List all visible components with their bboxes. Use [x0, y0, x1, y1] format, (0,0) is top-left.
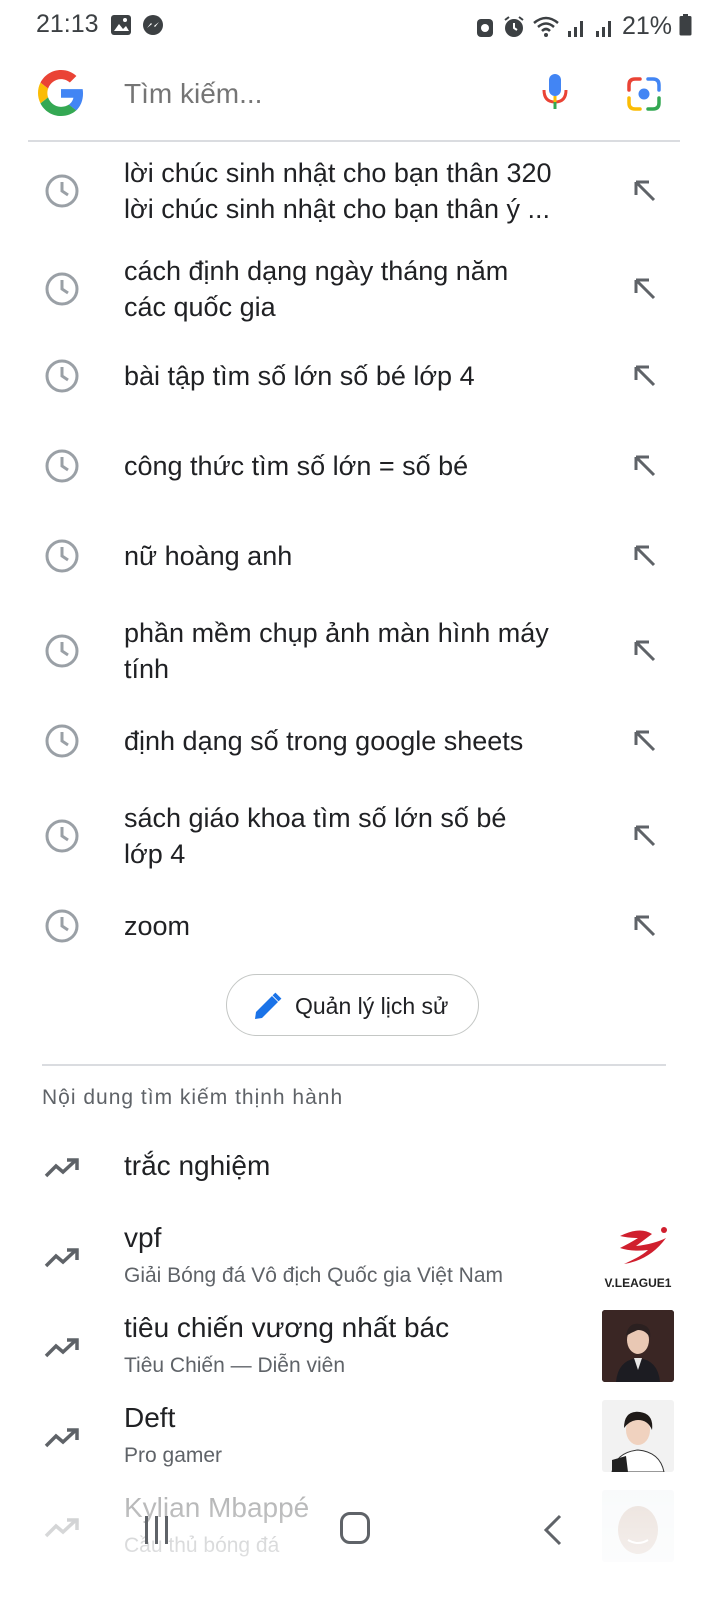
- history-item-text: công thức tìm số lớn = số bé: [124, 448, 606, 484]
- section-divider: [42, 1064, 666, 1066]
- home-icon[interactable]: [340, 1512, 370, 1544]
- manage-history-button[interactable]: Quản lý lịch sử: [226, 974, 479, 1036]
- fill-query-arrow-icon[interactable]: [630, 176, 660, 206]
- history-item-line: công thức tìm số lớn = số bé: [124, 451, 469, 481]
- history-item-line: sách giáo khoa tìm số lớn số bé: [124, 803, 507, 833]
- pencil-icon: [255, 992, 282, 1019]
- trending-item[interactable]: vpf Giải Bóng đá Vô địch Quốc gia Việt Na…: [0, 1220, 720, 1300]
- vleague-logo-text: V.LEAGUE1: [604, 1276, 672, 1290]
- search-divider: [28, 140, 680, 142]
- messenger-icon: [143, 15, 163, 35]
- history-clock-icon: [45, 724, 79, 758]
- navigation-bar: [0, 1490, 720, 1570]
- history-clock-icon: [45, 909, 79, 943]
- trending-item-title: tiêu chiến vương nhất bác: [124, 1312, 450, 1343]
- history-item[interactable]: bài tập tìm số lớn số bé lớp 4: [0, 340, 720, 412]
- history-item-text: sách giáo khoa tìm số lớn số bé lớp 4: [124, 800, 606, 872]
- history-item[interactable]: sách giáo khoa tìm số lớn số bé lớp 4: [0, 795, 720, 877]
- history-item-line: cách định dạng ngày tháng năm: [124, 256, 509, 286]
- trending-up-icon: [44, 1158, 79, 1178]
- history-clock-icon: [45, 359, 79, 393]
- history-clock-icon: [45, 539, 79, 573]
- search-bar: [0, 52, 720, 142]
- recent-apps-icon[interactable]: [140, 1512, 174, 1548]
- status-bar: 21:13 21%: [0, 0, 720, 52]
- gamer-photo-thumbnail: [602, 1400, 674, 1472]
- fill-query-arrow-icon[interactable]: [630, 274, 660, 304]
- trending-item[interactable]: Deft Pro gamer: [0, 1400, 720, 1480]
- history-clock-icon: [45, 272, 79, 306]
- history-item-line: phần mềm chụp ảnh màn hình máy: [124, 618, 549, 648]
- history-item-line: định dạng số trong google sheets: [124, 726, 524, 756]
- fill-query-arrow-icon[interactable]: [630, 451, 660, 481]
- fill-query-arrow-icon[interactable]: [630, 636, 660, 666]
- trending-up-icon: [44, 1248, 79, 1268]
- history-clock-icon: [45, 174, 79, 208]
- history-item[interactable]: công thức tìm số lớn = số bé: [0, 430, 720, 502]
- trending-item-subtitle: Pro gamer: [124, 1444, 223, 1467]
- fill-query-arrow-icon[interactable]: [630, 361, 660, 391]
- history-item-text: bài tập tìm số lớn số bé lớp 4: [124, 358, 606, 394]
- history-clock-icon: [45, 634, 79, 668]
- alarm-icon: [504, 15, 524, 37]
- fill-query-arrow-icon[interactable]: [630, 726, 660, 756]
- signal-icon: [595, 20, 611, 37]
- history-item-text: cách định dạng ngày tháng năm các quốc gi…: [124, 253, 606, 325]
- google-lens-icon[interactable]: [626, 76, 662, 112]
- status-time: 21:13: [36, 10, 99, 38]
- trending-item-title: vpf: [124, 1222, 162, 1253]
- trending-title: Nội dung tìm kiếm thịnh hành: [42, 1086, 344, 1109]
- trending-up-icon: [44, 1338, 79, 1358]
- history-item-line: lời chúc sinh nhật cho bạn thân 320: [124, 158, 552, 188]
- trending-item-title: trắc nghiệm: [124, 1150, 271, 1181]
- notification-lock-icon: [476, 18, 493, 37]
- fill-query-arrow-icon[interactable]: [630, 541, 660, 571]
- battery-percent: 21%: [621, 12, 672, 40]
- history-item[interactable]: định dạng số trong google sheets: [0, 705, 720, 777]
- history-item-line: lớp 4: [124, 839, 186, 869]
- history-item[interactable]: cách định dạng ngày tháng năm các quốc gi…: [0, 248, 720, 330]
- trending-item[interactable]: tiêu chiến vương nhất bác Tiêu Chiến — Di…: [0, 1310, 720, 1390]
- gallery-icon: [111, 15, 131, 35]
- history-item[interactable]: zoom: [0, 890, 720, 962]
- vleague-logo-thumbnail: V.LEAGUE1: [602, 1220, 674, 1292]
- history-item-line: zoom: [124, 911, 191, 941]
- signal-icon: [567, 20, 583, 37]
- wifi-icon: [533, 16, 559, 37]
- history-item[interactable]: nữ hoàng anh: [0, 520, 720, 592]
- battery-icon: [679, 14, 692, 36]
- fill-query-arrow-icon[interactable]: [630, 911, 660, 941]
- trending-item-subtitle: Tiêu Chiến — Diễn viên: [124, 1354, 345, 1377]
- history-clock-icon: [45, 449, 79, 483]
- history-clock-icon: [45, 819, 79, 853]
- history-item-line: lời chúc sinh nhật cho bạn thân ý ...: [124, 194, 550, 224]
- trending-up-icon: [44, 1428, 79, 1448]
- actor-photo-thumbnail: [602, 1310, 674, 1382]
- fill-query-arrow-icon[interactable]: [630, 821, 660, 851]
- history-item[interactable]: phần mềm chụp ảnh màn hình máy tính: [0, 610, 720, 692]
- history-item-line: nữ hoàng anh: [124, 541, 293, 571]
- history-item[interactable]: lời chúc sinh nhật cho bạn thân 320 lời c…: [0, 150, 720, 232]
- trending-item-subtitle: Giải Bóng đá Vô địch Quốc gia Việt Nam: [124, 1264, 503, 1287]
- history-item-text: định dạng số trong google sheets: [124, 723, 606, 759]
- history-item-line: bài tập tìm số lớn số bé lớp 4: [124, 361, 475, 391]
- microphone-icon[interactable]: [540, 72, 570, 112]
- search-input[interactable]: [124, 74, 514, 114]
- history-item-line: tính: [124, 654, 170, 684]
- back-icon[interactable]: [540, 1512, 564, 1548]
- history-item-line: các quốc gia: [124, 292, 276, 322]
- history-item-text: nữ hoàng anh: [124, 538, 606, 574]
- history-item-text: lời chúc sinh nhật cho bạn thân 320 lời c…: [124, 155, 606, 227]
- google-logo-icon: [38, 70, 84, 116]
- history-item-text: zoom: [124, 908, 606, 944]
- manage-history-label: Quản lý lịch sử: [295, 993, 449, 1019]
- trending-item-title: Deft: [124, 1402, 176, 1433]
- history-item-text: phần mềm chụp ảnh màn hình máy tính: [124, 615, 606, 687]
- trending-item[interactable]: trắc nghiệm: [0, 1140, 720, 1220]
